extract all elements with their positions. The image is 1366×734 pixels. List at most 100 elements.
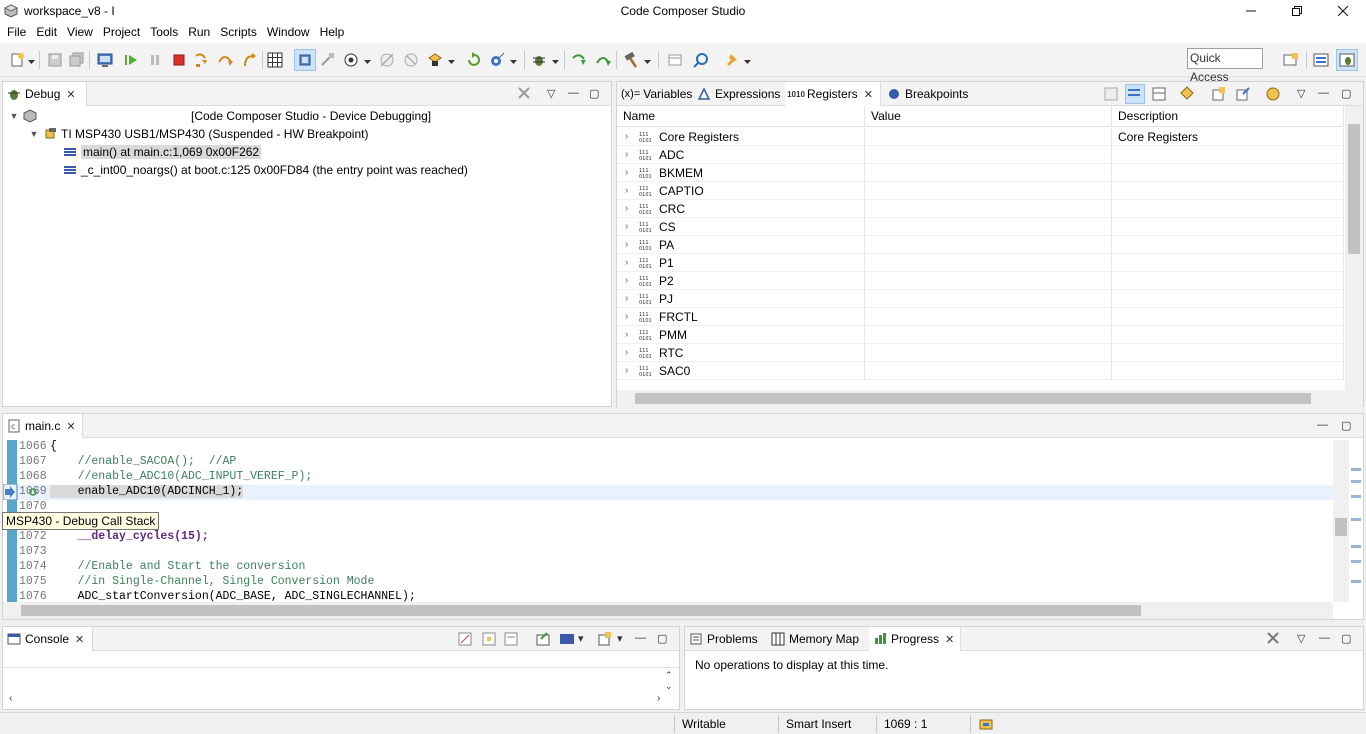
view-menu-icon[interactable]: ▽: [547, 87, 555, 100]
scroll-down-icon[interactable]: ⌄: [665, 681, 673, 692]
register-row[interactable]: › 111 0101 Core Registers Core Registers: [617, 128, 1344, 146]
ccs-debug-perspective-button[interactable]: [1336, 49, 1358, 71]
chevron-right-icon[interactable]: ›: [625, 236, 639, 254]
scrollbar-thumb[interactable]: [1348, 124, 1360, 254]
scrollbar-thumb[interactable]: [1335, 518, 1347, 536]
menu-project[interactable]: Project: [98, 22, 145, 43]
register-row[interactable]: › 111 0101 PJ: [617, 290, 1344, 308]
tab-memory-map[interactable]: Memory Map: [767, 627, 867, 651]
restart-button[interactable]: [464, 51, 482, 69]
debug-dropdown[interactable]: [552, 55, 559, 64]
chevron-down-icon[interactable]: ▾: [617, 632, 623, 645]
resume-button[interactable]: [122, 51, 140, 69]
open-perspective-right-button[interactable]: [1282, 51, 1300, 69]
chevron-right-icon[interactable]: ›: [625, 254, 639, 272]
chevron-right-icon[interactable]: ›: [625, 272, 639, 290]
run-to-line-button[interactable]: [488, 51, 506, 69]
chevron-down-icon[interactable]: ▾: [578, 632, 584, 645]
annotation-dropdown[interactable]: [744, 55, 751, 64]
column-description[interactable]: Description: [1112, 106, 1344, 127]
register-row[interactable]: › 111 0101 PA: [617, 236, 1344, 254]
tab-breakpoints[interactable]: Breakpoints: [883, 82, 975, 106]
assembly-step-into-button[interactable]: [570, 51, 588, 69]
clear-console-icon[interactable]: [457, 631, 473, 650]
chevron-right-icon[interactable]: ›: [625, 182, 639, 200]
chevron-right-icon[interactable]: ›: [625, 290, 639, 308]
register-row[interactable]: › 111 0101 CAPTIO: [617, 182, 1344, 200]
register-row[interactable]: › 111 0101 ADC: [617, 146, 1344, 164]
view-menu-icon[interactable]: ▽: [1297, 632, 1305, 645]
tab-main-c[interactable]: c main.c ✕: [3, 414, 83, 438]
register-row[interactable]: › 111 0101 SAC0: [617, 362, 1344, 380]
status-insert-mode[interactable]: Smart Insert: [786, 717, 851, 731]
editor-vertical-scrollbar[interactable]: [1333, 440, 1349, 602]
remove-breakpoints-button[interactable]: [402, 51, 420, 69]
debug-button[interactable]: [530, 51, 548, 69]
restore-window-button[interactable]: [1274, 0, 1320, 22]
new-dropdown[interactable]: [28, 55, 35, 64]
scrollbar-thumb[interactable]: [635, 393, 1311, 404]
assembly-step-over-button[interactable]: [594, 51, 612, 69]
suspend-button[interactable]: [146, 51, 164, 69]
chevron-right-icon[interactable]: ›: [625, 308, 639, 326]
maximize-view-icon[interactable]: ▢: [1341, 632, 1351, 645]
scrollbar-thumb[interactable]: [21, 605, 1141, 616]
open-console-icon[interactable]: [597, 631, 613, 650]
menu-edit[interactable]: Edit: [31, 22, 62, 43]
scroll-lock-icon[interactable]: [481, 631, 497, 650]
pin-console-icon[interactable]: [535, 631, 551, 650]
remove-terminated-icon[interactable]: [516, 85, 532, 104]
register-row[interactable]: › 111 0101 P1: [617, 254, 1344, 272]
maximize-view-icon[interactable]: ▢: [657, 632, 667, 645]
show-type-names-icon[interactable]: [1125, 84, 1145, 104]
close-tab-icon[interactable]: ✕: [66, 420, 75, 433]
register-row[interactable]: › 111 0101 PMM: [617, 326, 1344, 344]
debug-view-button[interactable]: [96, 51, 114, 69]
column-name[interactable]: Name: [617, 106, 865, 127]
maximize-view-icon[interactable]: ▢: [1341, 87, 1351, 100]
ccs-edit-perspective-button[interactable]: [1312, 51, 1330, 69]
register-row[interactable]: › 111 0101 RTC: [617, 344, 1344, 362]
maximize-view-icon[interactable]: ▢: [589, 87, 599, 100]
load-program-button[interactable]: [426, 51, 444, 69]
continuous-refresh-icon[interactable]: [1265, 86, 1281, 105]
display-console-icon[interactable]: [559, 631, 575, 650]
close-tab-icon[interactable]: ✕: [864, 88, 873, 101]
layout-icon[interactable]: [1151, 86, 1167, 105]
breakpoint-dropdown[interactable]: [364, 55, 371, 64]
save-all-button[interactable]: [68, 51, 86, 69]
terminate-button[interactable]: [170, 51, 188, 69]
status-device-icon[interactable]: [978, 716, 994, 734]
maximize-view-icon[interactable]: ▢: [1341, 419, 1351, 432]
tab-problems[interactable]: Problems: [685, 627, 765, 651]
remove-all-finished-icon[interactable]: [1265, 630, 1281, 649]
tab-console[interactable]: Console ✕: [3, 627, 93, 651]
menu-view[interactable]: View: [62, 22, 98, 43]
export-icon[interactable]: [1235, 86, 1251, 105]
debug-tree-root[interactable]: ▼ [Code Composer Studio - Device Debuggi…: [9, 107, 432, 125]
refresh-registers-icon[interactable]: [1179, 86, 1195, 105]
register-row[interactable]: › 111 0101 FRCTL: [617, 308, 1344, 326]
skip-breakpoints-button[interactable]: [378, 51, 396, 69]
stack-frame-main[interactable]: main() at main.c:1,069 0x00F262: [63, 143, 262, 161]
debug-tree-target[interactable]: ▼ TI MSP430 USB1/MSP430 (Suspended - HW …: [29, 125, 369, 143]
register-row[interactable]: › 111 0101 P2: [617, 272, 1344, 290]
minimize-view-icon[interactable]: —: [635, 632, 646, 644]
chevron-right-icon[interactable]: ›: [625, 146, 639, 164]
step-over-button[interactable]: [216, 51, 234, 69]
menu-window[interactable]: Window: [262, 22, 315, 43]
register-row[interactable]: › 111 0101 BKMEM: [617, 164, 1344, 182]
minimize-view-icon[interactable]: —: [1317, 419, 1328, 431]
menu-tools[interactable]: Tools: [145, 22, 183, 43]
chevron-right-icon[interactable]: ›: [625, 326, 639, 344]
code-area[interactable]: 1066{1067 //enable_SACOA(); //AP 1068 //e…: [3, 440, 1333, 602]
chevron-right-icon[interactable]: ›: [625, 200, 639, 218]
load-program-dropdown[interactable]: [448, 55, 455, 64]
chevron-right-icon[interactable]: ›: [625, 362, 639, 380]
menu-scripts[interactable]: Scripts: [215, 22, 262, 43]
open-perspective-button[interactable]: [666, 51, 684, 69]
tab-expressions[interactable]: Expressions: [693, 82, 785, 106]
close-tab-icon[interactable]: ✕: [945, 633, 954, 646]
scroll-right-icon[interactable]: ›: [657, 693, 660, 704]
run-to-line-dropdown[interactable]: [510, 55, 517, 64]
